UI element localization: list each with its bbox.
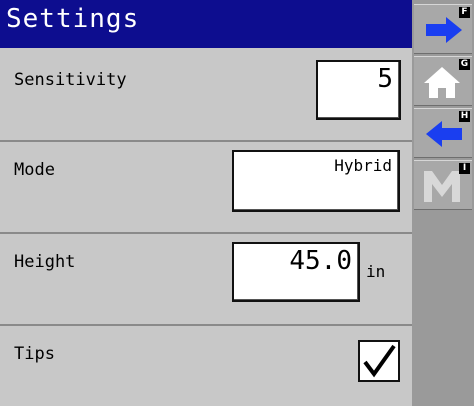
mode-value: Hybrid (334, 156, 392, 175)
tips-label: Tips (14, 344, 55, 364)
sensitivity-field[interactable]: 5 (316, 60, 401, 120)
mode-label: Mode (14, 160, 55, 180)
mode-select[interactable]: Hybrid (232, 150, 400, 212)
settings-row-mode: Mode Hybrid (0, 142, 412, 234)
settings-row-sensitivity: Sensitivity 5 (0, 48, 412, 142)
arrow-right-icon (426, 17, 462, 43)
settings-row-tips: Tips (0, 326, 412, 406)
checkmark-icon (363, 344, 396, 378)
settings-panel: Sensitivity 5 Mode Hybrid Height 45.0 in… (0, 48, 412, 406)
home-button[interactable]: G (414, 56, 472, 106)
key-hint-i: I (459, 163, 470, 174)
key-hint-g: G (459, 59, 470, 70)
height-label: Height (14, 252, 76, 272)
title-bar: Settings (0, 0, 412, 48)
menu-button[interactable]: I (414, 160, 472, 210)
key-hint-h: H (459, 111, 470, 122)
page-title: Settings (6, 4, 140, 34)
back-button[interactable]: H (414, 108, 472, 158)
sensitivity-value: 5 (377, 64, 393, 94)
height-unit: in (366, 262, 386, 281)
settings-row-height: Height 45.0 in (0, 234, 412, 326)
menu-m-icon (424, 171, 460, 202)
height-value: 45.0 (289, 246, 352, 276)
tips-checkbox[interactable] (358, 340, 400, 382)
home-icon (424, 67, 460, 98)
key-hint-f: F (459, 7, 470, 18)
height-field[interactable]: 45.0 (232, 242, 360, 302)
sidebar: F G H I (412, 0, 474, 406)
sensitivity-label: Sensitivity (14, 70, 127, 90)
next-button[interactable]: F (414, 4, 472, 54)
arrow-left-icon (426, 121, 462, 147)
